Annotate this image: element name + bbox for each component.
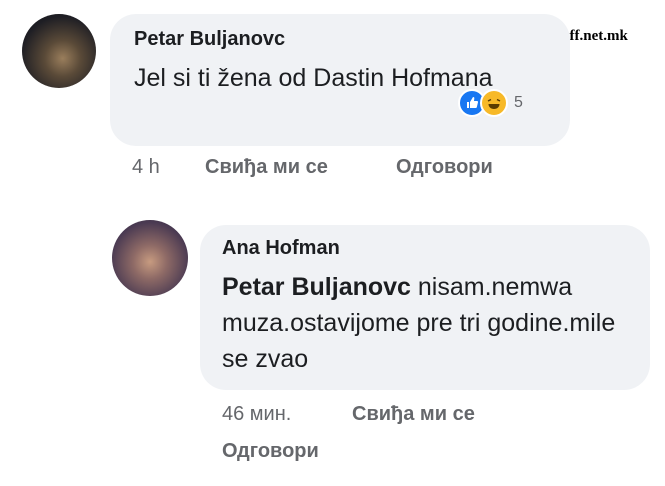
haha-icon [480, 89, 508, 117]
reply-like-button[interactable]: Свиђа ми се [352, 403, 475, 426]
reactions-summary[interactable]: 5 [458, 89, 523, 117]
reply-text: Petar Buljanovc nisam.nemwa muza.ostavij… [222, 269, 642, 377]
comment-bubble: Petar Buljanovc Jel si ti žena od Dastin… [110, 14, 570, 146]
avatar-ana[interactable] [112, 220, 188, 296]
reply-mention[interactable]: Petar Buljanovc [222, 273, 411, 301]
avatar-petar[interactable] [22, 14, 96, 88]
reply-author[interactable]: Ana Hofman [222, 237, 340, 260]
reply-button[interactable]: Одговори [396, 156, 493, 179]
reaction-count: 5 [514, 94, 523, 111]
like-button[interactable]: Свиђа ми се [205, 156, 328, 179]
reply-bubble: Ana Hofman Petar Buljanovc nisam.nemwa m… [200, 225, 650, 390]
reply-timestamp[interactable]: 46 мин. [222, 403, 291, 426]
watermark-text: off.net.mk [562, 28, 628, 44]
comment-timestamp[interactable]: 4 h [132, 156, 160, 179]
comment-author[interactable]: Petar Buljanovc [134, 28, 285, 51]
comment-text: Jel si ti žena od Dastin Hofmana [134, 64, 493, 92]
reply-reply-button[interactable]: Одговори [222, 440, 319, 463]
